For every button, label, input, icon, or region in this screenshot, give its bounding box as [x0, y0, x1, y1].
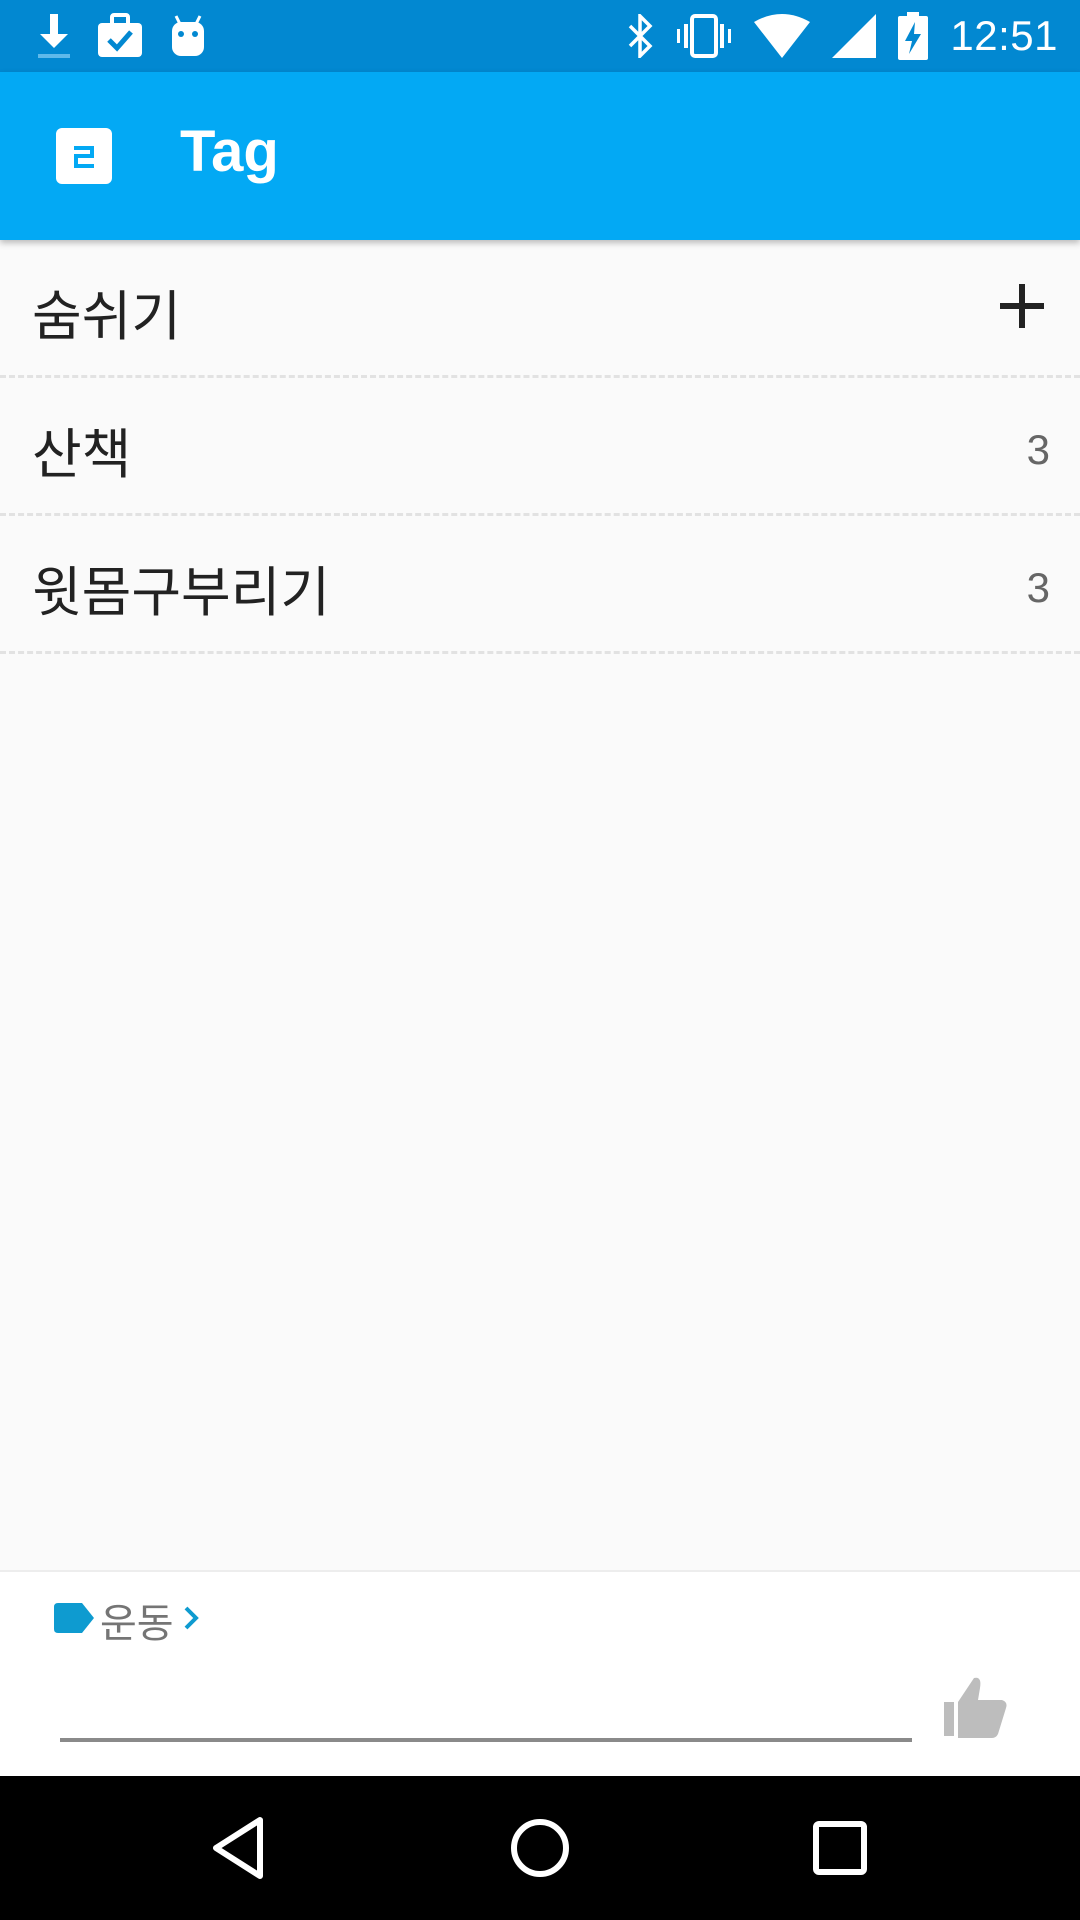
label-tag-icon [54, 1603, 94, 1637]
tag-list: 숨쉬기 산책 3 윗몸구부리기 3 [0, 240, 1080, 654]
plus-icon[interactable] [994, 278, 1050, 334]
category-selector[interactable]: 운동 [54, 1592, 204, 1648]
wifi-icon [754, 14, 811, 58]
tag-input-panel: 운동 [0, 1570, 1080, 1776]
tag-name: 산책 [32, 423, 132, 486]
list-item[interactable]: 산책 3 [0, 378, 1080, 516]
input-underline [60, 1738, 912, 1742]
list-item[interactable]: 숨쉬기 [0, 240, 1080, 378]
clock-time: 12:51 [950, 12, 1058, 59]
tag-count: 3 [1026, 564, 1050, 611]
vibrate-icon [676, 14, 732, 58]
screen: 12:51 Tag 숨쉬기 산책 3 윗몸구부리기 3 운동 [0, 0, 1080, 1920]
tag-name: 윗몸구부리기 [32, 561, 331, 624]
category-label: 운동 [100, 1601, 174, 1647]
bluetooth-icon [626, 14, 654, 58]
list-item[interactable]: 윗몸구부리기 3 [0, 516, 1080, 654]
navigation-bar [0, 1776, 1080, 1920]
chevron-right-icon [180, 1603, 204, 1637]
battery-charging-icon [898, 12, 929, 60]
tag-count: 3 [1026, 426, 1050, 473]
home-icon[interactable] [504, 1812, 576, 1884]
status-bar: 12:51 [0, 0, 1080, 72]
app-logo-icon[interactable] [56, 128, 112, 184]
download-icon [36, 12, 72, 60]
page-title: Tag [180, 119, 279, 184]
briefcase-check-icon [96, 13, 144, 59]
app-bar: Tag [0, 72, 1080, 240]
cell-signal-icon [832, 14, 877, 58]
android-icon [168, 14, 208, 58]
tag-text-input[interactable] [60, 1672, 916, 1734]
back-icon[interactable] [204, 1812, 276, 1884]
thumbs-up-icon[interactable] [940, 1672, 1012, 1744]
recents-icon[interactable] [804, 1812, 876, 1884]
tag-name: 숨쉬기 [32, 285, 182, 348]
